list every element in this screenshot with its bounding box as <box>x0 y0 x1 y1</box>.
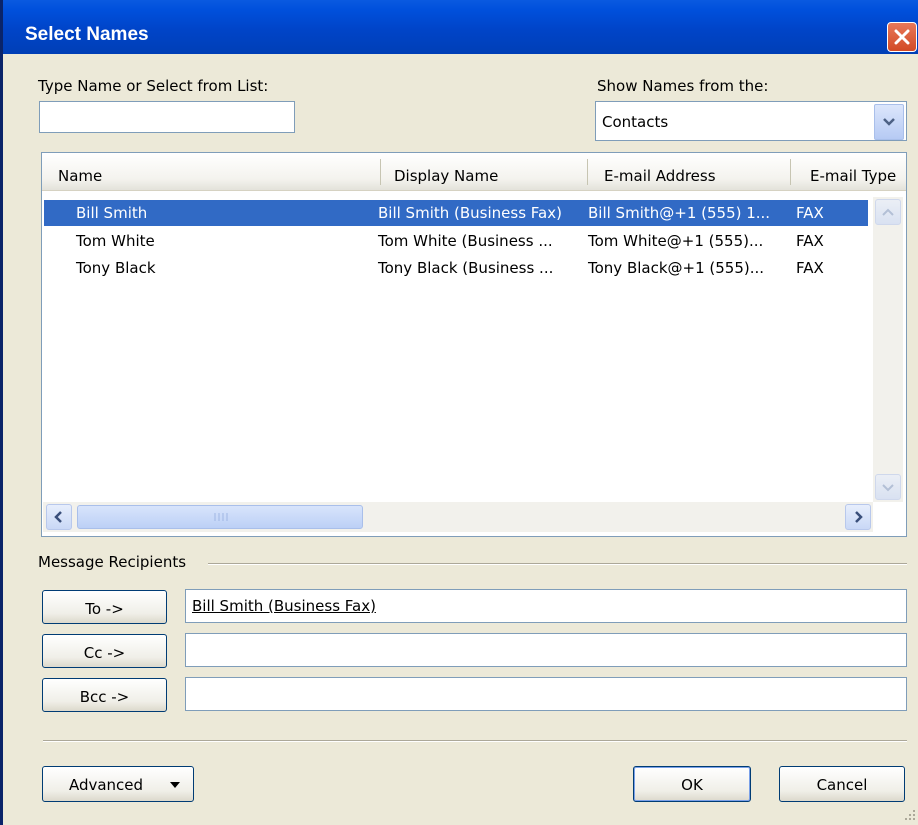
close-button[interactable] <box>887 22 917 52</box>
ok-button[interactable]: OK <box>633 766 751 802</box>
to-field[interactable]: Bill Smith (Business Fax) <box>185 589 907 623</box>
column-divider[interactable] <box>587 159 588 185</box>
column-header-email-address[interactable]: E-mail Address <box>604 167 716 185</box>
row-display-name: Tom White (Business ... <box>378 232 553 250</box>
recipients-group-label: Message Recipients <box>38 553 187 571</box>
search-label: Type Name or Select from List: <box>38 77 269 95</box>
scroll-left-button[interactable] <box>46 504 72 530</box>
address-book-dropdown-button[interactable] <box>874 104 904 140</box>
scroll-up-button[interactable] <box>875 199 901 225</box>
row-display-name: Tony Black (Business ... <box>378 259 554 277</box>
bcc-button[interactable]: Bcc -> <box>42 678 167 712</box>
row-email-type: FAX <box>796 259 824 277</box>
column-header-display-name[interactable]: Display Name <box>394 167 498 185</box>
recipients-group-divider <box>208 563 907 565</box>
select-names-dialog: Select Names Type Name or Select from Li… <box>0 0 918 825</box>
chevron-down-icon <box>170 782 180 788</box>
row-name: Tom White <box>76 232 155 250</box>
arrow-right-icon <box>855 511 863 523</box>
window-title: Select Names <box>25 24 149 45</box>
vertical-scrollbar[interactable] <box>873 197 903 502</box>
close-icon <box>894 29 910 45</box>
search-input[interactable] <box>39 101 295 133</box>
scroll-down-button[interactable] <box>875 474 901 500</box>
bcc-field[interactable] <box>185 677 907 711</box>
column-divider[interactable] <box>790 159 791 185</box>
advanced-button[interactable]: Advanced <box>42 766 194 802</box>
list-row[interactable]: Tony Black Tony Black (Business ... Tony… <box>44 255 868 281</box>
row-name: Tony Black <box>76 259 156 277</box>
address-book-value: Contacts <box>602 113 669 131</box>
to-button[interactable]: To -> <box>42 590 167 624</box>
resize-grip-icon[interactable] <box>903 808 917 822</box>
to-recipient[interactable]: Bill Smith (Business Fax) <box>192 597 376 615</box>
arrow-left-icon <box>54 511 62 523</box>
row-name: Bill Smith <box>76 204 148 222</box>
chevron-down-icon <box>883 118 895 126</box>
address-book-select[interactable]: Contacts <box>595 101 907 141</box>
grip-icon <box>214 513 228 521</box>
list-row[interactable]: Tom White Tom White (Business ... Tom Wh… <box>44 228 868 254</box>
names-list[interactable]: Name Display Name E-mail Address E-mail … <box>41 152 907 537</box>
cancel-button[interactable]: Cancel <box>779 766 905 802</box>
list-row[interactable]: Bill Smith Bill Smith (Business Fax) Bil… <box>44 200 868 226</box>
row-email-type: FAX <box>796 232 824 250</box>
arrow-up-icon <box>882 208 894 216</box>
title-bar[interactable]: Select Names <box>3 0 918 54</box>
column-header-name[interactable]: Name <box>58 167 102 185</box>
cc-button[interactable]: Cc -> <box>42 634 167 668</box>
row-email: Tom White@+1 (555)... <box>588 232 764 250</box>
column-header-email-type[interactable]: E-mail Type <box>810 167 896 185</box>
footer-divider <box>43 740 907 742</box>
row-email: Bill Smith@+1 (555) 1... <box>588 204 771 222</box>
row-email: Tony Black@+1 (555)... <box>588 259 765 277</box>
address-book-label: Show Names from the: <box>597 77 769 95</box>
arrow-down-icon <box>882 484 894 492</box>
horizontal-scrollbar[interactable] <box>43 502 873 532</box>
horizontal-scroll-thumb[interactable] <box>77 505 363 529</box>
column-divider[interactable] <box>380 159 381 185</box>
row-display-name: Bill Smith (Business Fax) <box>378 204 562 222</box>
cc-field[interactable] <box>185 633 907 667</box>
list-header: Name Display Name E-mail Address E-mail … <box>42 153 906 191</box>
row-email-type: FAX <box>796 204 824 222</box>
scroll-right-button[interactable] <box>845 504 871 530</box>
